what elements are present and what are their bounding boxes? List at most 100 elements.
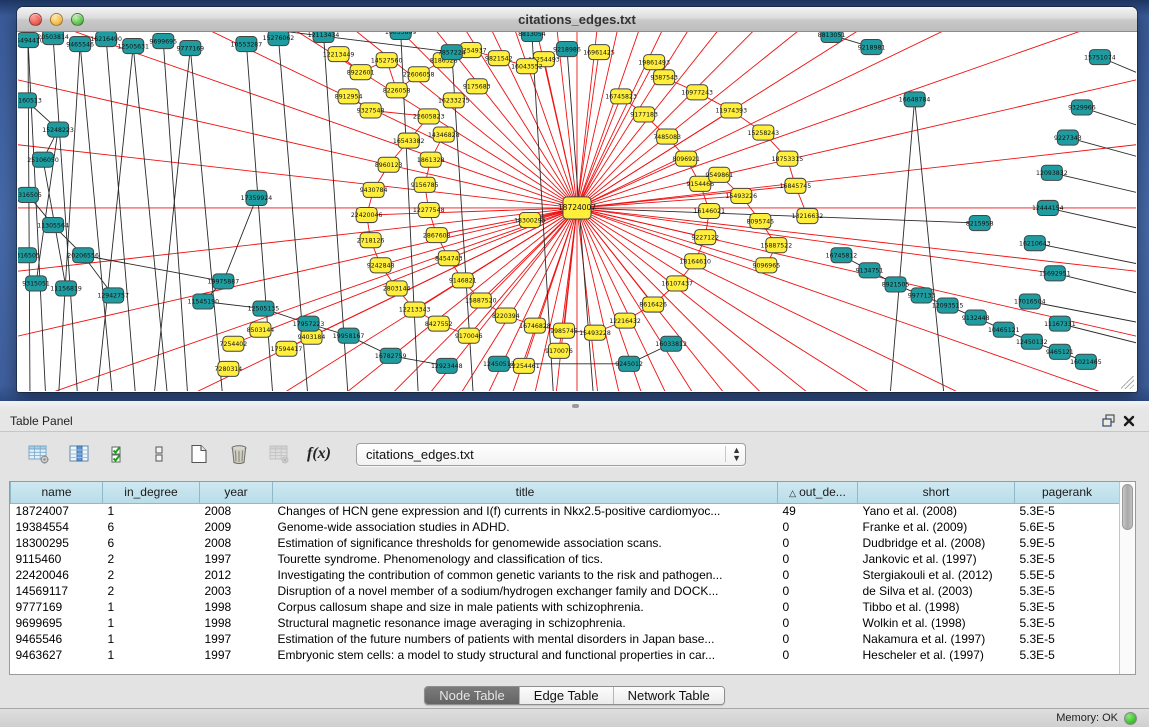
table-cell[interactable]: 5.3E-5	[1015, 615, 1120, 631]
table-cell[interactable]: Changes of HCN gene expression and I(f) …	[273, 503, 778, 519]
graph-node[interactable]: 9170076	[545, 343, 573, 358]
column-header[interactable]: in_degree	[103, 482, 200, 503]
table-cell[interactable]: 18300295	[11, 535, 103, 551]
graph-node[interactable]: 9218986	[553, 42, 581, 57]
table-scrollbar[interactable]	[1119, 482, 1135, 674]
graph-node[interactable]: 9699695	[149, 34, 177, 49]
table-cell[interactable]: 6	[103, 535, 200, 551]
graph-edge[interactable]	[80, 44, 113, 391]
graph-node[interactable]: 16746828	[519, 318, 551, 333]
graph-edge[interactable]	[190, 48, 223, 391]
table-cell[interactable]: Genome-wide association studies in ADHD.	[273, 519, 778, 535]
table-row[interactable]: 977716911998Corpus callosum shape and si…	[11, 599, 1120, 615]
graph-node[interactable]: 9329966	[1068, 100, 1096, 115]
delete-table-button[interactable]	[264, 439, 294, 469]
graph-edge[interactable]	[133, 46, 168, 391]
graph-node[interactable]: 8813054	[518, 32, 546, 42]
graph-node[interactable]: 9430784	[360, 182, 388, 197]
divider-grip-icon[interactable]	[572, 404, 579, 408]
table-cell[interactable]: 1997	[200, 551, 273, 567]
graph-node[interactable]: 9218981	[858, 40, 886, 55]
table-cell[interactable]: Hescheler et al. (1997)	[858, 647, 1015, 663]
graph-node[interactable]: 12923448	[431, 358, 463, 373]
graph-node[interactable]: 8096921	[672, 151, 700, 166]
graph-node[interactable]: 9227122	[691, 230, 719, 245]
graph-node[interactable]: 12093832	[1036, 165, 1068, 180]
table-cell[interactable]: Structural magnetic resonance image aver…	[273, 615, 778, 631]
table-cell[interactable]: 9465546	[11, 631, 103, 647]
table-row[interactable]: 969969511998Structural magnetic resonanc…	[11, 615, 1120, 631]
table-cell[interactable]: 1	[103, 599, 200, 615]
graph-node[interactable]: 15258243	[748, 125, 780, 140]
graph-node[interactable]: 7857224	[438, 45, 466, 60]
tab-network-table[interactable]: Network Table	[614, 687, 724, 704]
table-row[interactable]: 1872400712008Changes of HCN gene express…	[11, 503, 1120, 519]
table-cell[interactable]: 0	[778, 599, 858, 615]
graph-node[interactable]: 8427552	[425, 316, 453, 331]
graph-node[interactable]: 8921505	[882, 277, 910, 292]
graph-node[interactable]: 8454743	[435, 251, 463, 266]
graph-node[interactable]: 12093515	[932, 298, 964, 313]
graph-edge[interactable]	[106, 39, 136, 391]
graph-node[interactable]: 9985745	[550, 323, 578, 338]
graph-node[interactable]: 17359924	[241, 190, 273, 205]
table-cell[interactable]: 2	[103, 583, 200, 599]
graph-edge[interactable]	[577, 208, 980, 223]
panel-divider[interactable]	[0, 401, 1149, 410]
table-cell[interactable]: 5.5E-5	[1015, 567, 1120, 583]
table-cell[interactable]: Embryonic stem cells: a model to study s…	[273, 647, 778, 663]
graph-node[interactable]: 8220394	[492, 308, 520, 323]
graph-node[interactable]: 15248223	[42, 122, 74, 137]
graph-node[interactable]: 9977133	[908, 288, 936, 303]
graph-node[interactable]: 9146821	[449, 273, 477, 288]
table-cell[interactable]: 9699695	[11, 615, 103, 631]
table-cell[interactable]: 9463627	[11, 647, 103, 663]
table-cell[interactable]: Tourette syndrome. Phenomenology and cla…	[273, 551, 778, 567]
graph-node[interactable]: 9777169	[176, 41, 204, 56]
table-mode-button[interactable]	[24, 439, 54, 469]
graph-node[interactable]: 20206556	[67, 248, 99, 263]
graph-node[interactable]: 12213343	[399, 302, 431, 317]
graph-node[interactable]: 12444154	[1032, 200, 1064, 215]
column-selection-button[interactable]	[104, 439, 134, 469]
graph-node[interactable]: 10465121	[988, 322, 1020, 337]
graph-edge[interactable]	[96, 46, 133, 391]
table-row[interactable]: 1456911722003Disruption of a novel membe…	[11, 583, 1120, 599]
network-canvas[interactable]: 1872400718300295122544931696142519861493…	[18, 32, 1136, 391]
close-window-button[interactable]	[29, 13, 42, 26]
graph-node[interactable]: 8215958	[966, 216, 994, 231]
column-header[interactable]: △out_de...	[778, 482, 858, 503]
graph-edge[interactable]	[577, 62, 654, 208]
window-resize-grip[interactable]	[1121, 376, 1134, 389]
graph-node[interactable]: 9227343	[1054, 130, 1082, 145]
table-cell[interactable]: 5.3E-5	[1015, 551, 1120, 567]
table-cell[interactable]: 22420046	[11, 567, 103, 583]
table-cell[interactable]: 2	[103, 567, 200, 583]
graph-node[interactable]: 9549861	[705, 167, 733, 182]
table-cell[interactable]: 6	[103, 519, 200, 535]
column-header[interactable]: pagerank	[1015, 482, 1120, 503]
graph-node[interactable]: 8226058	[383, 83, 411, 98]
graph-edge[interactable]	[18, 101, 577, 208]
graph-node[interactable]: 9134751	[856, 263, 884, 278]
graph-node[interactable]: 9132448	[962, 310, 990, 325]
table-cell[interactable]: 5.6E-5	[1015, 519, 1120, 535]
graph-node[interactable]: 8616426	[639, 297, 667, 312]
table-cell[interactable]: Wolkin et al. (1998)	[858, 615, 1015, 631]
graph-node[interactable]: 15887522	[761, 238, 793, 253]
table-cell[interactable]: 5.3E-5	[1015, 599, 1120, 615]
graph-node[interactable]: 16745823	[605, 89, 637, 104]
graph-node[interactable]: 9156785	[411, 177, 439, 192]
graph-node[interactable]: 10553287	[231, 37, 263, 52]
graph-node[interactable]: 9175683	[463, 79, 491, 94]
table-cell[interactable]: Disruption of a novel member of a sodium…	[273, 583, 778, 599]
table-cell[interactable]: 0	[778, 583, 858, 599]
table-cell[interactable]: de Silva et al. (2003)	[858, 583, 1015, 599]
graph-node[interactable]: 1861328	[417, 152, 445, 167]
graph-node[interactable]: 16033809	[385, 32, 417, 40]
table-cell[interactable]: 5.3E-5	[1015, 647, 1120, 663]
table-cell[interactable]: 9777169	[11, 599, 103, 615]
table-cell[interactable]: 2003	[200, 583, 273, 599]
table-cell[interactable]: 2008	[200, 503, 273, 519]
table-cell[interactable]: Nakamura et al. (1997)	[858, 631, 1015, 647]
